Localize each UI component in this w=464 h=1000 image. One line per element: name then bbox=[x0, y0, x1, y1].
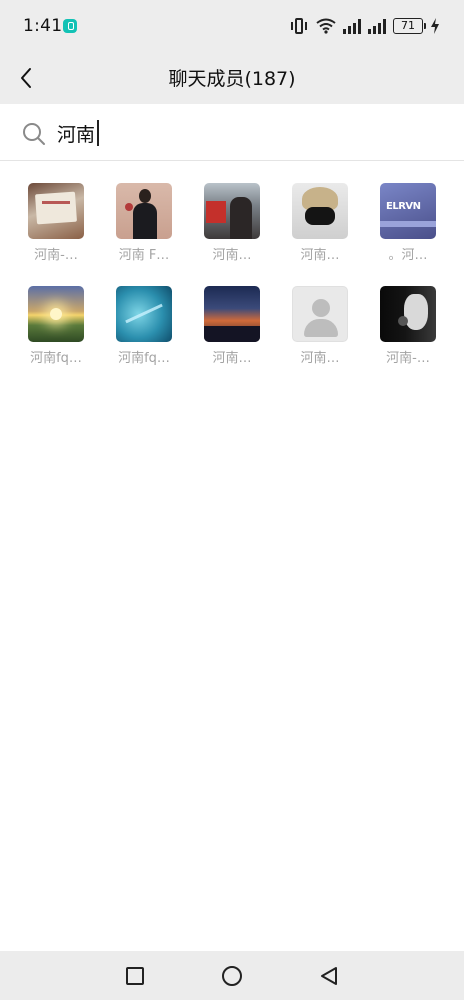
member-item[interactable]: 河南fq… bbox=[16, 286, 96, 366]
avatar bbox=[116, 286, 172, 342]
member-item[interactable]: 河南fq… bbox=[104, 286, 184, 366]
system-nav-bar bbox=[0, 951, 464, 1000]
charging-icon bbox=[431, 18, 439, 34]
back-triangle-icon bbox=[321, 967, 337, 985]
member-name: 河南… bbox=[212, 351, 252, 366]
default-avatar-icon bbox=[292, 286, 348, 342]
recent-apps-icon bbox=[126, 967, 144, 985]
member-item[interactable]: 河南… bbox=[280, 183, 360, 263]
wifi-icon bbox=[316, 18, 336, 34]
member-item[interactable]: ELRVN 。河… bbox=[368, 183, 448, 263]
avatar bbox=[28, 183, 84, 239]
member-item[interactable]: 河南… bbox=[280, 286, 360, 366]
member-name: 河南… bbox=[212, 248, 252, 263]
battery-icon: 71 bbox=[393, 18, 426, 34]
search-input[interactable] bbox=[57, 116, 437, 150]
member-name: 河南… bbox=[300, 248, 340, 263]
search-bar[interactable] bbox=[0, 104, 464, 161]
screen: 1:41 71 聊天成员(187) 河南 河南-… 河南 F… 河南… 河南… … bbox=[0, 0, 464, 1000]
avatar bbox=[380, 286, 436, 342]
avatar bbox=[292, 183, 348, 239]
member-name: 河南fq… bbox=[118, 351, 170, 366]
signal-icon-2 bbox=[368, 18, 386, 34]
text-cursor bbox=[97, 120, 99, 146]
avatar bbox=[116, 183, 172, 239]
avatar bbox=[204, 183, 260, 239]
page-title: 聊天成员(187) bbox=[168, 68, 296, 90]
member-name: 河南-… bbox=[386, 351, 430, 366]
avatar bbox=[28, 286, 84, 342]
search-icon bbox=[23, 123, 45, 145]
back-nav-button[interactable] bbox=[316, 963, 342, 989]
recent-apps-button[interactable] bbox=[122, 963, 148, 989]
member-item[interactable]: 河南 F… bbox=[104, 183, 184, 263]
member-name: 。河… bbox=[388, 248, 428, 263]
member-item[interactable]: 河南… bbox=[192, 183, 272, 263]
member-name: 河南-… bbox=[34, 248, 78, 263]
member-row: 河南-… 河南 F… 河南… 河南… ELRVN 。河… bbox=[0, 183, 464, 286]
status-time: 1:41 bbox=[23, 16, 63, 36]
member-item[interactable]: 河南-… bbox=[368, 286, 448, 366]
shield-app-icon bbox=[63, 19, 77, 33]
member-item[interactable]: 河南-… bbox=[16, 183, 96, 263]
status-icons: 71 bbox=[289, 16, 440, 36]
member-name: 河南 F… bbox=[118, 248, 170, 263]
member-name: 河南fq… bbox=[30, 351, 82, 366]
vibrate-icon bbox=[289, 18, 309, 34]
avatar-label: ELRVN bbox=[386, 201, 421, 212]
member-name: 河南… bbox=[300, 351, 340, 366]
avatar: ELRVN bbox=[380, 183, 436, 239]
home-icon bbox=[222, 966, 242, 986]
home-button[interactable] bbox=[219, 963, 245, 989]
member-row: 河南fq… 河南fq… 河南… 河南… 河南-… bbox=[0, 286, 464, 389]
member-grid: 河南-… 河南 F… 河南… 河南… ELRVN 。河… 河南fq… 河南fq…… bbox=[0, 183, 464, 389]
avatar bbox=[204, 286, 260, 342]
member-item[interactable]: 河南… bbox=[192, 286, 272, 366]
signal-icon bbox=[343, 18, 361, 34]
status-bar: 1:41 71 bbox=[0, 0, 464, 52]
title-bar: 聊天成员(187) bbox=[0, 52, 464, 104]
